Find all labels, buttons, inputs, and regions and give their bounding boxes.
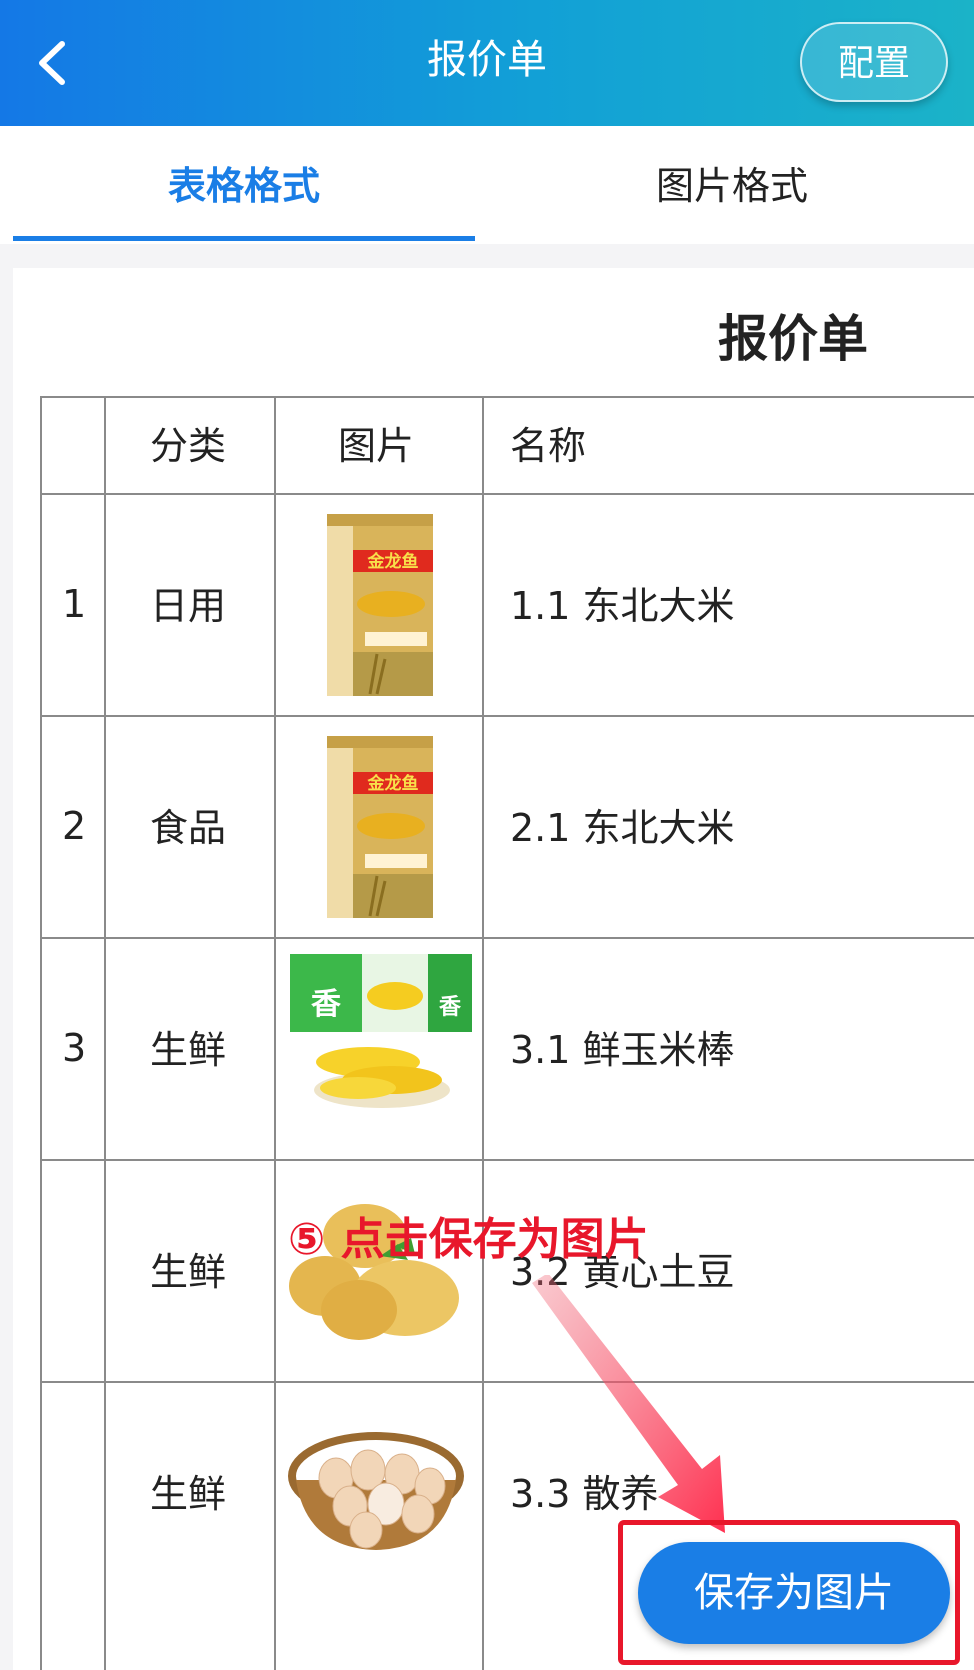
table-rule xyxy=(482,396,484,1670)
table-rule xyxy=(104,396,106,1670)
column-header-image: 图片 xyxy=(338,424,415,468)
row-category: 生鲜 xyxy=(150,1472,227,1516)
table-rule xyxy=(40,715,974,717)
tab-table-format[interactable]: 表格格式 xyxy=(168,156,320,216)
annotation-arrow-icon xyxy=(532,1275,725,1533)
svg-text:香: 香 xyxy=(311,987,341,1022)
table-rule xyxy=(40,1381,974,1383)
row-name: 1.1 东北大米 xyxy=(510,584,735,628)
row-category: 生鲜 xyxy=(150,1028,227,1072)
table-rule xyxy=(40,1159,974,1161)
quote-sheet: 报价单 分类 图片 名称 1 日用 金龙鱼 1.1 东北大米 2 食品 金龙鱼 … xyxy=(13,268,974,1670)
rice-bag-image: 金龙鱼 xyxy=(325,736,435,922)
row-category: 日用 xyxy=(150,584,227,628)
svg-text:金龙鱼: 金龙鱼 xyxy=(367,551,419,572)
row-index: 2 xyxy=(62,804,87,848)
row-index: 3 xyxy=(62,1026,87,1070)
table-rule xyxy=(40,937,974,939)
row-category: 生鲜 xyxy=(150,1250,227,1294)
save-as-image-button[interactable]: 保存为图片 xyxy=(638,1542,950,1644)
corn-image: 香 香 xyxy=(288,944,476,1120)
rice-bag-image: 金龙鱼 xyxy=(325,514,435,700)
svg-text:香: 香 xyxy=(439,995,461,1020)
column-header-category: 分类 xyxy=(150,424,227,468)
row-name: 2.1 东北大米 xyxy=(510,806,735,850)
svg-text:金龙鱼: 金龙鱼 xyxy=(367,773,419,794)
table-rule xyxy=(274,396,276,1670)
row-index: 1 xyxy=(62,582,87,626)
config-button[interactable]: 配置 xyxy=(800,22,948,102)
top-bar: 报价单 配置 xyxy=(0,0,974,126)
column-header-name: 名称 xyxy=(510,424,587,468)
active-tab-indicator xyxy=(13,236,475,241)
table-rule xyxy=(40,396,974,398)
row-name: 3.1 鲜玉米棒 xyxy=(510,1028,735,1072)
format-tabs: 表格格式 图片格式 xyxy=(0,126,974,244)
egg-basket-image xyxy=(286,1418,466,1562)
tab-image-format[interactable]: 图片格式 xyxy=(656,156,808,216)
table-rule xyxy=(40,493,974,495)
row-category: 食品 xyxy=(150,806,227,850)
sheet-title: 报价单 xyxy=(718,310,868,368)
instruction-annotation: ⑤ 点击保存为图片 xyxy=(288,1214,649,1265)
table-rule xyxy=(40,396,42,1670)
